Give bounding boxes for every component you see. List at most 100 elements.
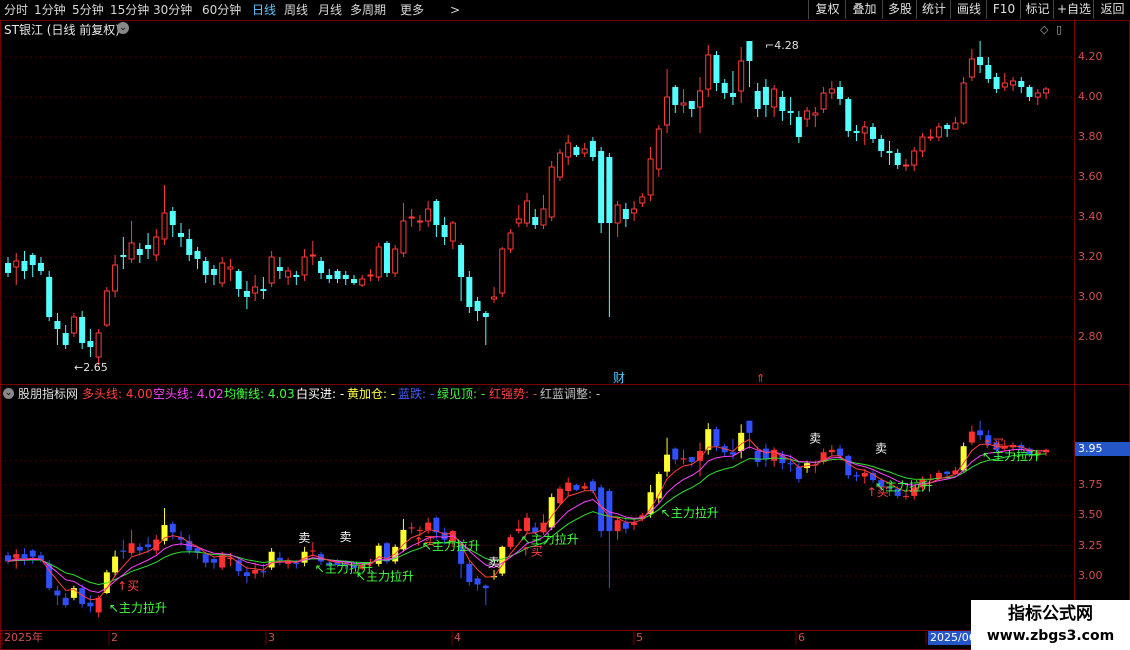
candle-body xyxy=(87,341,94,347)
price-axis-separator xyxy=(1074,20,1075,630)
candle-body xyxy=(37,263,44,271)
candle-body xyxy=(5,263,11,273)
signal-sell: 卖 xyxy=(488,555,500,569)
indicator-bar xyxy=(565,482,572,492)
candle-body xyxy=(46,277,53,317)
indicator-bar xyxy=(293,562,300,564)
candle-body xyxy=(219,262,226,284)
candle-body xyxy=(351,279,357,283)
financial-report-marker[interactable]: 财 xyxy=(613,371,625,385)
indicator-bar xyxy=(507,537,514,547)
indicator-bar xyxy=(309,550,316,552)
candle-body xyxy=(878,139,885,151)
indicator-bar xyxy=(408,527,415,529)
indicator-bar xyxy=(548,497,555,528)
candle-body xyxy=(252,286,259,294)
event-arrow-icon[interactable]: ⇑ xyxy=(756,372,765,386)
candle-body xyxy=(458,245,465,277)
candle-body xyxy=(894,153,901,165)
indicator-bar xyxy=(589,481,596,492)
candle-body xyxy=(507,232,514,250)
candle-body xyxy=(326,275,333,279)
candle-body xyxy=(482,313,489,317)
watermark-title: 指标公式网 xyxy=(1008,604,1093,624)
candle-body xyxy=(589,141,596,157)
candle-body xyxy=(828,88,835,94)
candle-body xyxy=(202,261,209,275)
indicator-bar xyxy=(540,522,547,533)
candle-body xyxy=(342,275,349,279)
candle-body xyxy=(631,208,638,214)
signal-buy: ↑买 xyxy=(521,545,543,559)
candle-body xyxy=(581,148,588,154)
candle-body xyxy=(672,87,679,105)
candle-body xyxy=(688,101,695,109)
y-tick-label: 3.20 xyxy=(1078,250,1103,263)
candle-body xyxy=(647,158,654,196)
toolbar-button-8[interactable]: 返回 xyxy=(1093,0,1130,19)
candle-body xyxy=(655,128,662,170)
candle-body xyxy=(664,96,671,126)
candle-body xyxy=(606,157,613,223)
indicator-bar xyxy=(828,449,835,453)
candle-body xyxy=(54,321,61,329)
indicator-bar xyxy=(845,455,852,476)
indicator-bar xyxy=(515,528,522,532)
candle-body xyxy=(318,261,325,273)
candle-body xyxy=(754,91,761,109)
candle-body xyxy=(136,249,143,255)
indicator-bar xyxy=(861,472,868,477)
indicator-bar xyxy=(944,471,951,475)
indicator-bar xyxy=(960,446,967,471)
candle-body xyxy=(886,151,893,153)
indicator-bar xyxy=(95,597,102,613)
candle-body xyxy=(474,301,481,311)
indicator-bar xyxy=(466,563,473,583)
candle-body xyxy=(227,266,234,270)
indicator-bar xyxy=(968,431,975,443)
candle-body xyxy=(293,275,300,277)
candle-body xyxy=(433,201,440,225)
candle-body xyxy=(268,256,275,284)
indicator-bar xyxy=(29,550,36,557)
indicator-bar xyxy=(482,585,489,589)
candle-body xyxy=(795,117,802,137)
indicator-bar xyxy=(425,522,432,530)
candle-body xyxy=(524,200,530,224)
candle-body xyxy=(902,164,909,167)
candle-body xyxy=(598,151,605,223)
candlestick-chart[interactable]: ↑买↖主力拉升卖↖主力拉升卖↖主力拉升↑买↖主力拉升卖↖主力拉升↑买↖主力拉升卖… xyxy=(0,0,1074,650)
indicator-bar xyxy=(120,550,127,552)
indicator-bar xyxy=(762,448,769,460)
indicator-bar xyxy=(746,420,753,433)
y-tick-label: 4.00 xyxy=(1078,90,1103,103)
candle-body xyxy=(128,242,135,260)
candle-body xyxy=(705,54,712,90)
candle-body xyxy=(837,87,844,99)
indicator-bar xyxy=(713,429,720,447)
candle-body xyxy=(243,291,250,297)
watermark-url: www.zbgs3.com xyxy=(986,628,1115,644)
candle-body xyxy=(441,225,448,237)
indicator-y-tick-label: 3.50 xyxy=(1078,508,1103,522)
candle-body xyxy=(820,92,827,110)
y-tick-label: 3.80 xyxy=(1078,130,1103,143)
indicator-bar xyxy=(169,523,176,533)
candle-body xyxy=(548,166,555,218)
indicator-bar xyxy=(136,546,143,551)
candle-body xyxy=(309,254,316,257)
candle-body xyxy=(499,248,506,294)
candle-body xyxy=(861,126,868,134)
candle-body xyxy=(186,239,193,255)
current-value-badge: 3.95 xyxy=(1075,442,1130,456)
candle-body xyxy=(145,245,152,249)
candle-body xyxy=(532,217,539,225)
indicator-bar xyxy=(112,556,119,573)
candle-body xyxy=(787,111,794,113)
indicator-bar xyxy=(128,543,135,553)
indicator-bar xyxy=(787,463,794,465)
indicator-bar xyxy=(499,546,506,574)
indicator-bar xyxy=(631,522,638,526)
indicator-bar xyxy=(210,559,217,563)
indicator-bar xyxy=(977,430,984,436)
